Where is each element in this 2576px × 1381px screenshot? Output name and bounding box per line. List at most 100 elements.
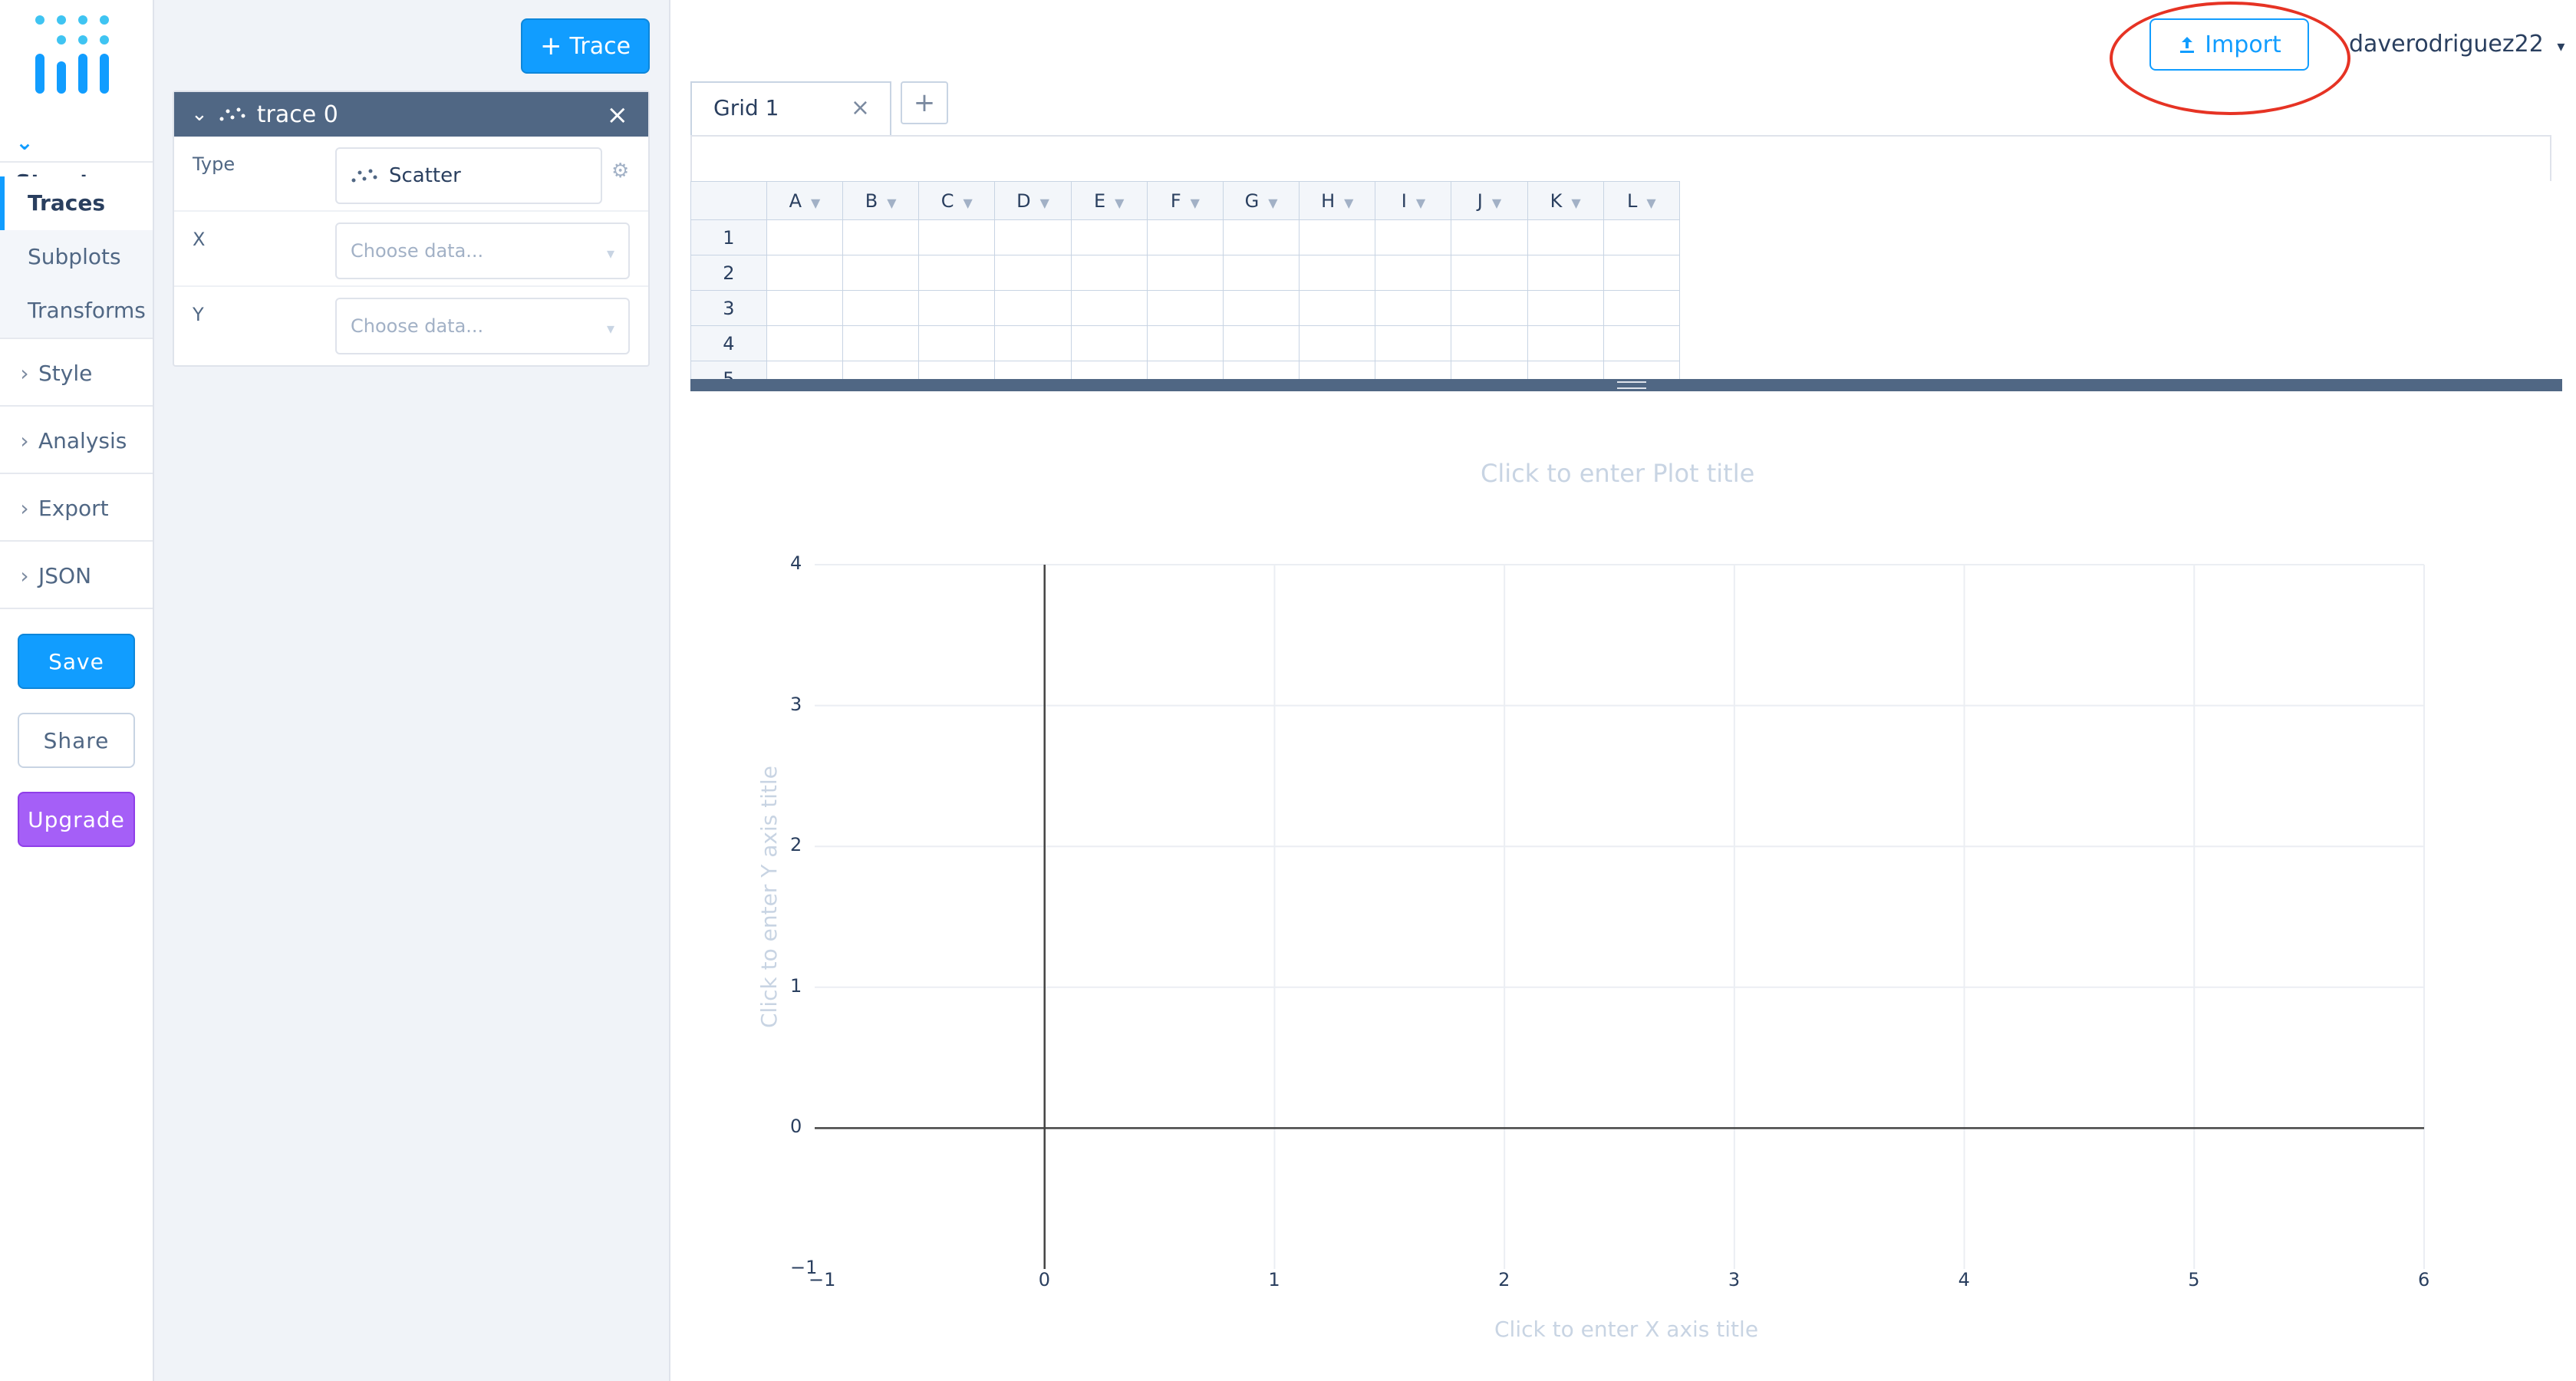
grid-cell[interactable] [1070, 290, 1148, 326]
grid-cell[interactable] [1299, 219, 1376, 255]
grid-cell[interactable] [1375, 219, 1452, 255]
nav-section-structure[interactable]: ⌄Structure [0, 123, 153, 195]
column-header-e[interactable]: E ▼ [1070, 181, 1148, 220]
x-data-select[interactable]: Choose data... ▾ [335, 222, 630, 279]
grid-cell[interactable] [1146, 219, 1224, 255]
caret-down-icon[interactable]: ▼ [1344, 196, 1353, 210]
column-header-a[interactable]: A ▼ [766, 181, 844, 220]
add-trace-button[interactable]: + Trace [521, 18, 650, 74]
grid-cell[interactable] [842, 361, 920, 381]
grid-cell[interactable] [994, 255, 1072, 291]
grid-cell[interactable] [842, 325, 920, 361]
grid-cell[interactable] [994, 290, 1072, 326]
grid-cell[interactable] [1146, 255, 1224, 291]
column-header-d[interactable]: D ▼ [994, 181, 1072, 220]
grid-cell[interactable] [842, 255, 920, 291]
caret-down-icon[interactable]: ▼ [1268, 196, 1277, 210]
nav-section-style[interactable]: › Style [0, 354, 153, 393]
grid-cell[interactable] [842, 290, 920, 326]
grid-cell[interactable] [1375, 325, 1452, 361]
grid-cell[interactable] [1603, 361, 1680, 381]
grid-cell[interactable] [1451, 290, 1528, 326]
grid-cell[interactable] [1146, 325, 1224, 361]
grid-cell[interactable] [994, 361, 1072, 381]
grid-cell[interactable] [1527, 255, 1604, 291]
grid-cell[interactable] [1070, 255, 1148, 291]
x-axis-title[interactable]: Click to enter X axis title [1494, 1317, 1758, 1342]
column-header-b[interactable]: B ▼ [842, 181, 920, 220]
save-button[interactable]: Save [18, 634, 135, 689]
grid-cell[interactable] [1603, 290, 1680, 326]
plot-title[interactable]: Click to enter Plot title [1481, 459, 1754, 488]
grid-cell[interactable] [1070, 325, 1148, 361]
grid-cell[interactable] [1299, 255, 1376, 291]
grid-cell[interactable] [918, 255, 996, 291]
grid-cell[interactable] [1527, 219, 1604, 255]
user-menu[interactable]: daverodriguez22 ▾ [2349, 31, 2564, 58]
column-header-c[interactable]: C ▼ [918, 181, 996, 220]
close-icon[interactable]: × [851, 83, 870, 133]
grid-cell[interactable] [1451, 325, 1528, 361]
caret-down-icon[interactable]: ▼ [1646, 196, 1655, 210]
grid-cell[interactable] [1451, 361, 1528, 381]
grid-cell[interactable] [766, 325, 844, 361]
grid-cell[interactable] [842, 219, 920, 255]
grid-cell[interactable] [766, 290, 844, 326]
caret-down-icon[interactable]: ▼ [887, 196, 896, 210]
grid-cell[interactable] [766, 219, 844, 255]
grid-cell[interactable] [1603, 255, 1680, 291]
column-header-j[interactable]: J ▼ [1451, 181, 1528, 220]
grid-cell[interactable] [1375, 361, 1452, 381]
grid-cell[interactable] [1146, 361, 1224, 381]
app-logo-icon[interactable] [31, 14, 123, 98]
column-header-f[interactable]: F ▼ [1146, 181, 1224, 220]
grid-cell[interactable] [994, 325, 1072, 361]
caret-down-icon[interactable]: ▼ [1040, 196, 1049, 210]
grid-cell[interactable] [1222, 255, 1300, 291]
grid-resize-handle[interactable] [690, 379, 2562, 391]
tab-grid-1[interactable]: Grid 1 × [690, 81, 891, 137]
column-header-l[interactable]: L ▼ [1603, 181, 1680, 220]
trace-header[interactable]: ⌄ trace 0 × [174, 92, 648, 137]
caret-down-icon[interactable]: ▼ [1115, 196, 1124, 210]
grid-cell[interactable] [1375, 290, 1452, 326]
grid-cell[interactable] [1603, 219, 1680, 255]
caret-down-icon[interactable]: ▼ [1492, 196, 1501, 210]
nav-section-analysis[interactable]: › Analysis [0, 422, 153, 460]
grid-cell[interactable] [1451, 255, 1528, 291]
grid-cell[interactable] [766, 361, 844, 381]
caret-down-icon[interactable]: ▼ [1191, 196, 1200, 210]
grid-cell[interactable] [1451, 219, 1528, 255]
grid-cell[interactable] [918, 290, 996, 326]
grid-cell[interactable] [1222, 361, 1300, 381]
y-axis-title[interactable]: Click to enter Y axis title [756, 766, 782, 1028]
column-header-k[interactable]: K ▼ [1527, 181, 1604, 220]
caret-down-icon[interactable]: ▼ [964, 196, 973, 210]
nav-section-export[interactable]: › Export [0, 489, 153, 528]
column-header-h[interactable]: H ▼ [1299, 181, 1376, 220]
grid-cell[interactable] [1603, 325, 1680, 361]
grid-cell[interactable] [918, 361, 996, 381]
share-button[interactable]: Share [18, 713, 135, 768]
grid-cell[interactable] [1070, 219, 1148, 255]
grid-cell[interactable] [918, 219, 996, 255]
upgrade-button[interactable]: Upgrade [18, 792, 135, 847]
grid-cell[interactable] [1146, 290, 1224, 326]
sidebar-item-transforms[interactable]: Transforms [0, 284, 153, 338]
caret-down-icon[interactable]: ▼ [1416, 196, 1425, 210]
grid-cell[interactable] [1222, 219, 1300, 255]
nav-section-json[interactable]: › JSON [0, 557, 153, 595]
gear-icon[interactable]: ⚙ [611, 160, 629, 183]
grid-cell[interactable] [994, 219, 1072, 255]
y-data-select[interactable]: Choose data... ▾ [335, 298, 630, 354]
grid-cell[interactable] [1527, 361, 1604, 381]
grid-cell[interactable] [1222, 325, 1300, 361]
grid-cell[interactable] [1070, 361, 1148, 381]
grid-cell[interactable] [1527, 290, 1604, 326]
grid-cell[interactable] [918, 325, 996, 361]
sidebar-item-traces[interactable]: Traces [0, 176, 153, 230]
grid-cell[interactable] [766, 255, 844, 291]
column-header-i[interactable]: I ▼ [1375, 181, 1452, 220]
grid-cell[interactable] [1299, 290, 1376, 326]
sidebar-item-subplots[interactable]: Subplots [0, 230, 153, 284]
